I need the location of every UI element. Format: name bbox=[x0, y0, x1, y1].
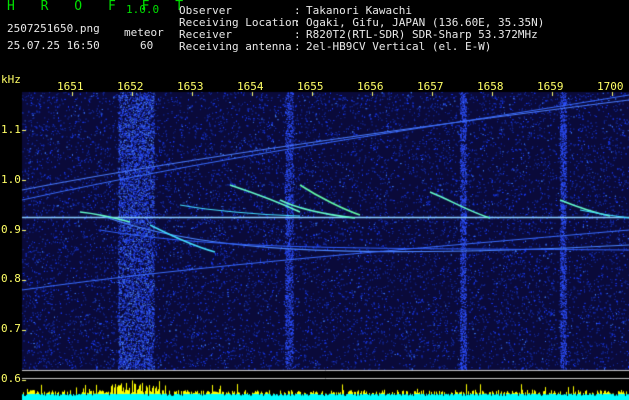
meteor-label: meteor bbox=[124, 26, 164, 39]
time-tick-label: 1654 bbox=[237, 80, 264, 93]
app-title: H R O F F T bbox=[7, 0, 193, 14]
meteor-count: 60 bbox=[140, 39, 154, 52]
freq-tick-label: 0.6 bbox=[1, 372, 21, 385]
image-filename: 2507251650.png bbox=[7, 22, 100, 35]
time-tick-label: 1658 bbox=[477, 80, 504, 93]
time-tick-label: 1659 bbox=[537, 80, 564, 93]
freq-tick-label: 1.0 bbox=[1, 173, 21, 186]
time-tick-label: 1653 bbox=[177, 80, 204, 93]
freq-unit-label: kHz bbox=[1, 73, 21, 86]
time-tick-label: 1656 bbox=[357, 80, 384, 93]
freq-tick-label: 0.8 bbox=[1, 272, 21, 285]
time-tick-label: 1657 bbox=[417, 80, 444, 93]
info-label-antenna: Receiving antenna bbox=[179, 40, 292, 53]
app-version: 1.0.0 bbox=[126, 3, 160, 16]
freq-tick-label: 1.1 bbox=[1, 123, 21, 136]
time-tick-label: 1651 bbox=[57, 80, 84, 93]
freq-tick-label: 0.7 bbox=[1, 322, 21, 335]
capture-datetime: 25.07.25 16:50 bbox=[7, 39, 100, 52]
info-value-antenna: 2el-HB9CV Vertical (el. E-W) bbox=[306, 40, 492, 53]
spectrogram-canvas bbox=[0, 0, 629, 400]
freq-tick-label: 0.9 bbox=[1, 223, 21, 236]
info-sep: : bbox=[294, 40, 301, 53]
time-tick-label: 1655 bbox=[297, 80, 324, 93]
time-tick-label: 1700 bbox=[597, 80, 624, 93]
time-tick-label: 1652 bbox=[117, 80, 144, 93]
